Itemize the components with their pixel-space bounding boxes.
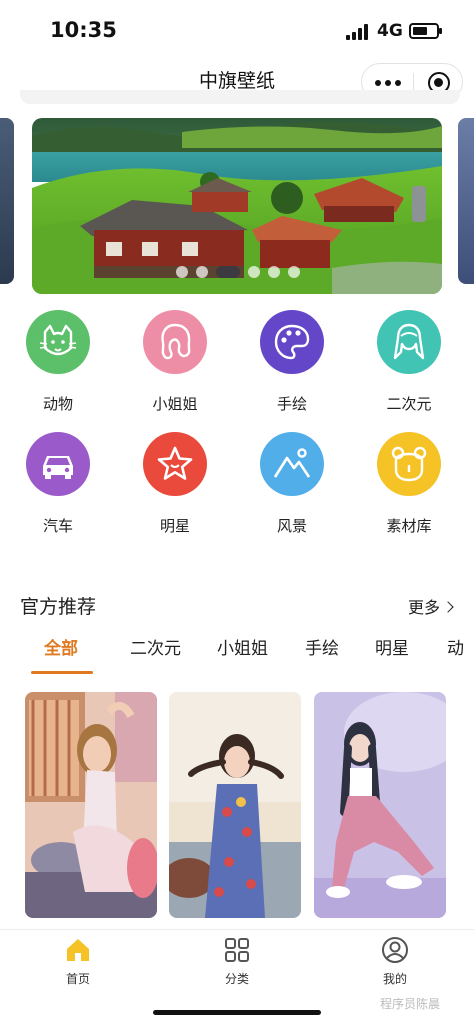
palette-icon [260,310,324,374]
battery-icon [409,23,442,39]
bear-icon [377,432,441,496]
banner-dot[interactable] [196,266,208,278]
more-label: 更多 [407,598,440,617]
tab-handpaint[interactable]: 手绘 [305,634,339,659]
tab-anime[interactable]: 二次元 [130,634,181,659]
tab-label: 首页 [65,972,90,986]
banner-dot[interactable] [248,266,260,278]
status-time: 10:35 [50,18,117,42]
category-animal[interactable]: 动物 [8,310,108,414]
tab-mine[interactable]: 我的 [355,936,435,987]
home-indicator [153,1010,321,1015]
category-label: 汽车 [42,517,73,535]
mountain-icon [260,432,324,496]
category-girl[interactable]: 小姐姐 [125,310,225,414]
category-label: 小姐姐 [152,395,198,413]
tab-category[interactable]: 分类 [197,936,277,987]
watermark: 程序员陈晨 [380,997,441,1011]
category-label: 明星 [159,517,190,535]
signal-icon [346,24,370,40]
star-icon [143,432,207,496]
banner-next-slide[interactable] [458,118,474,284]
status-bar: 10:35 4G [0,0,474,60]
category-label: 风景 [276,517,307,535]
banner-dot[interactable] [268,266,280,278]
home-icon [64,936,92,964]
wallpaper-image [25,692,157,918]
banner-dot-active[interactable] [216,266,240,278]
wallpaper-image [314,692,446,918]
user-icon [381,936,409,964]
tab-all[interactable]: 全部 [44,634,78,659]
category-label: 二次元 [386,395,432,413]
category-car[interactable]: 汽车 [8,432,108,536]
chevron-right-icon [442,601,454,613]
category-label: 动物 [42,395,73,413]
category-scenery[interactable]: 风景 [242,432,342,536]
cat-icon [26,310,90,374]
banner-dot[interactable] [176,266,188,278]
girl-icon [143,310,207,374]
wallpaper-card[interactable] [25,692,157,918]
wallpaper-card[interactable] [169,692,301,918]
category-label: 素材库 [386,517,432,535]
wallpaper-list [0,692,474,918]
network-type: 4G [377,21,403,41]
active-tab-indicator [31,671,93,674]
more-icon[interactable] [375,80,401,86]
grid-icon [223,936,251,964]
tab-label: 分类 [224,972,249,986]
category-materials[interactable]: 素材库 [359,432,459,536]
search-bar-remnant[interactable] [20,90,460,104]
wallpaper-card[interactable] [314,692,446,918]
anime-icon [377,310,441,374]
category-celebrity[interactable]: 明星 [125,432,225,536]
car-icon [26,432,90,496]
wallpaper-image [169,692,301,918]
recommend-tabs: 全部 二次元 小姐姐 手绘 明星 动 [0,630,474,676]
tab-home[interactable]: 首页 [38,936,118,987]
banner-prev-slide[interactable] [0,118,14,284]
tab-label: 我的 [382,972,407,986]
banner-dot[interactable] [288,266,300,278]
category-handpaint[interactable]: 手绘 [242,310,342,414]
more-link[interactable]: 更多 [407,594,454,618]
tab-animal[interactable]: 动 [447,634,464,659]
tab-girl[interactable]: 小姐姐 [217,634,268,659]
category-label: 手绘 [276,395,307,413]
tab-celebrity[interactable]: 明星 [375,634,409,659]
category-anime[interactable]: 二次元 [359,310,459,414]
section-title: 官方推荐 [20,596,97,618]
